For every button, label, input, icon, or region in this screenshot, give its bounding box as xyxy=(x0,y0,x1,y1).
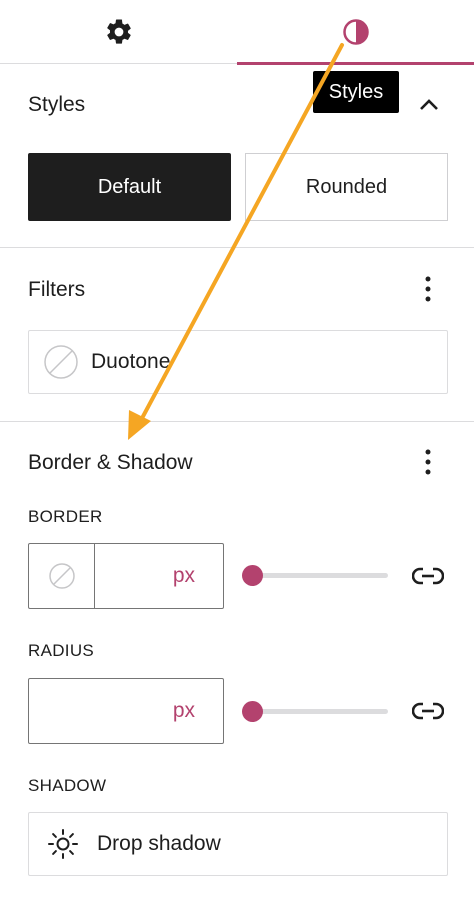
style-default-button[interactable]: Default xyxy=(28,153,231,221)
slider-track xyxy=(242,709,388,714)
radius-control[interactable]: px xyxy=(28,678,224,744)
unlink-sides-icon[interactable] xyxy=(412,560,444,592)
divider xyxy=(0,421,474,422)
no-color-swatch-icon xyxy=(44,345,78,379)
filters-panel-title: Filters xyxy=(28,278,86,301)
slider-thumb[interactable] xyxy=(242,565,263,586)
tab-settings[interactable] xyxy=(0,0,237,64)
border-width-unit[interactable]: px xyxy=(173,564,195,588)
duotone-control[interactable]: Duotone xyxy=(28,330,448,394)
shadow-label: SHADOW xyxy=(28,776,107,795)
border-width-slider[interactable] xyxy=(242,560,388,590)
style-rounded-button[interactable]: Rounded xyxy=(245,153,448,221)
border-shadow-options-icon[interactable] xyxy=(414,447,442,477)
half-circle-icon xyxy=(342,19,369,45)
divider xyxy=(0,247,474,248)
styles-panel-title[interactable]: Styles xyxy=(28,93,85,117)
filters-options-icon[interactable] xyxy=(414,274,442,304)
styles-tooltip: Styles xyxy=(313,71,399,113)
slider-thumb[interactable] xyxy=(242,701,263,722)
border-shadow-panel-title: Border & Shadow xyxy=(28,451,193,474)
radius-unit[interactable]: px xyxy=(173,699,195,723)
border-color-button[interactable] xyxy=(29,544,95,608)
no-color-swatch-icon xyxy=(48,563,75,589)
radius-label: RADIUS xyxy=(28,641,95,660)
slider-track xyxy=(242,573,388,578)
radius-slider[interactable] xyxy=(242,696,388,726)
tab-styles[interactable] xyxy=(237,0,474,65)
border-width-control: px xyxy=(28,543,224,609)
duotone-label: Duotone xyxy=(91,350,171,373)
drop-shadow-label: Drop shadow xyxy=(97,832,221,855)
unlink-corners-icon[interactable] xyxy=(412,695,444,727)
chevron-up-icon[interactable] xyxy=(414,90,444,120)
tab-active-indicator xyxy=(237,62,474,65)
sidebar-tabs xyxy=(0,0,474,65)
sun-shadow-icon xyxy=(48,829,78,859)
annotation-arrow xyxy=(128,43,344,440)
drop-shadow-option[interactable]: Drop shadow xyxy=(28,812,448,876)
gear-icon xyxy=(106,19,131,44)
border-label: BORDER xyxy=(28,507,103,526)
